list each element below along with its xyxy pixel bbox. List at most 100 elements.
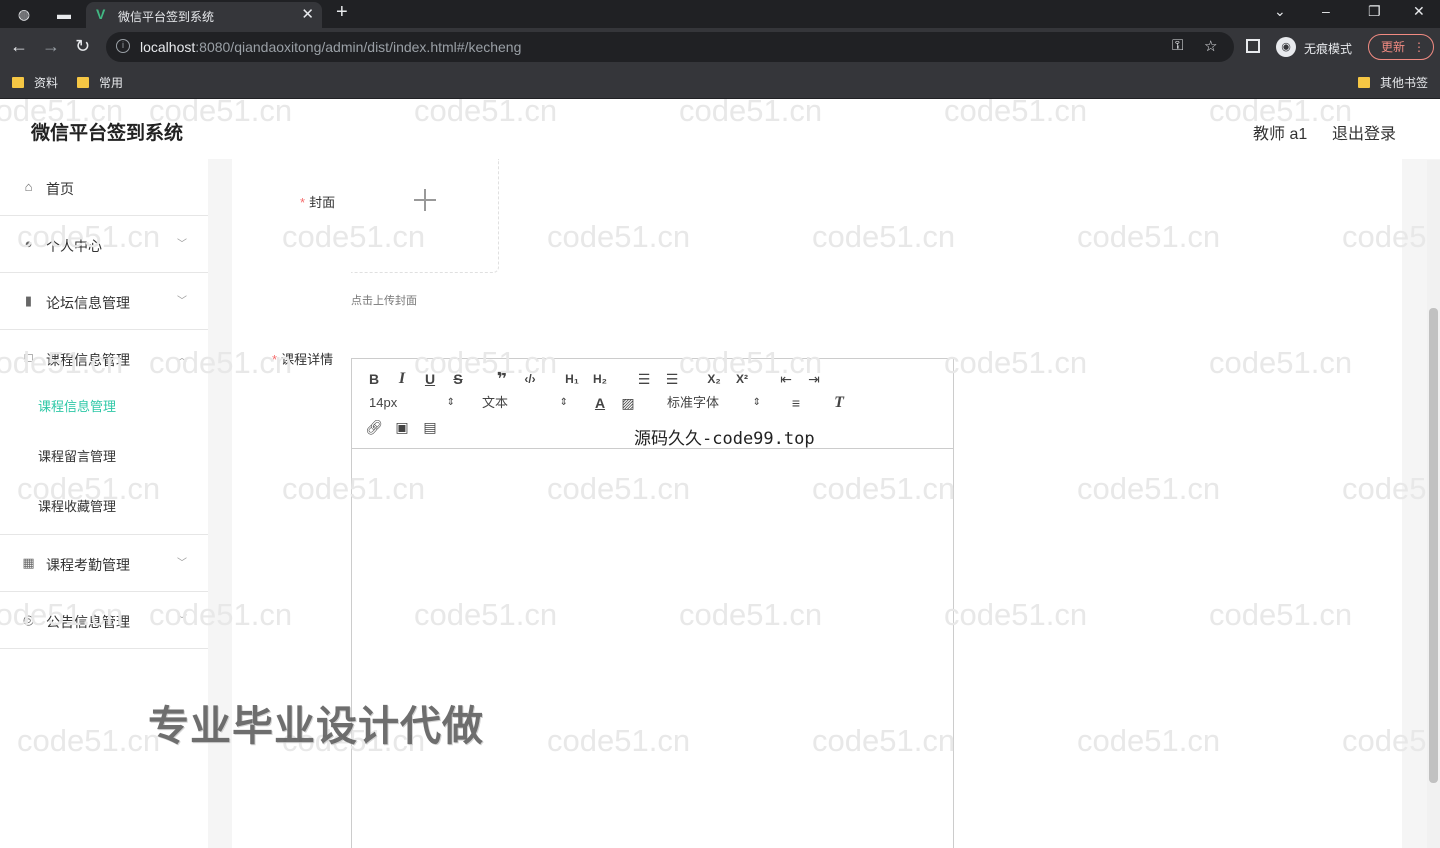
bookmark-star-icon[interactable]: ☆	[1204, 37, 1217, 55]
editor-content-area[interactable]	[352, 449, 953, 848]
home-icon: ⌂	[24, 179, 33, 194]
side-panel-icon[interactable]	[1246, 39, 1260, 53]
page-scrollbar[interactable]	[1427, 160, 1440, 848]
other-bookmarks[interactable]: 其他书签	[1358, 74, 1428, 91]
current-user: 教师 a1	[1253, 126, 1308, 143]
folder-icon	[1358, 77, 1370, 88]
size-picker[interactable]: 14px ⇕	[369, 393, 455, 413]
sidebar-item-attendance[interactable]: ▦ 课程考勤管理 ﹀	[0, 535, 208, 592]
vue-favicon-icon: V	[96, 6, 106, 22]
cover-label: * 封面	[300, 195, 336, 210]
folder-icon	[12, 77, 24, 88]
caret-icon: ⇕	[752, 397, 761, 408]
cover-uploader[interactable]	[351, 159, 499, 273]
chevron-down-icon: ﹀	[177, 615, 187, 626]
box-icon: □	[24, 350, 33, 365]
scrollbar-thumb[interactable]	[1429, 308, 1438, 783]
clear-format-button[interactable]: T	[829, 393, 849, 413]
sidebar-item-home[interactable]: ⌂ 首页	[0, 159, 208, 216]
superscript-button[interactable]: X²	[732, 369, 752, 389]
underline-button[interactable]: U	[420, 369, 440, 389]
link-button[interactable]: 🔗︎	[364, 417, 384, 437]
bold-button[interactable]: B	[364, 369, 384, 389]
detail-label: * 课程详情	[272, 352, 334, 367]
strike-button[interactable]: S	[448, 369, 468, 389]
compass-icon: ◎	[22, 612, 35, 627]
font-picker[interactable]: 标准字体 ⇕	[667, 393, 761, 413]
sidebar-item-profile[interactable]: ● 个人中心 ﹀	[0, 216, 208, 273]
tab-title: 微信平台签到系统	[118, 10, 215, 24]
sidebar-item-forum[interactable]: ▮ 论坛信息管理 ﹀	[0, 273, 208, 330]
site-info-icon[interactable]: i	[116, 39, 130, 53]
sidebar-subitem-course-info[interactable]: 课程信息管理	[0, 380, 208, 430]
book-icon: ▮	[24, 293, 33, 308]
video-button[interactable]: ▤	[420, 417, 440, 437]
minimize-icon[interactable]: –	[1322, 3, 1330, 19]
font-color-button[interactable]: A	[590, 393, 610, 413]
background-color-button[interactable]: ▨	[618, 393, 638, 413]
sidebar-subitem-label: 课程信息管理	[38, 399, 117, 414]
browser-toolbar: ← → ↻ i localhost:8080/qiandaoxitong/adm…	[0, 28, 1440, 66]
more-menu-icon[interactable]: ⋮	[1413, 35, 1425, 59]
chevron-down-icon: ﹀	[177, 296, 187, 307]
indent-button[interactable]: ⇥	[804, 369, 824, 389]
incognito-icon: ◉	[1276, 37, 1296, 57]
source-watermark: 源码久久-code99.top	[634, 429, 815, 449]
header-2-button[interactable]: H₂	[590, 369, 610, 389]
back-icon[interactable]: ←	[10, 36, 28, 57]
update-button[interactable]: 更新 ⋮	[1368, 34, 1434, 60]
sidebar-item-course[interactable]: □ 课程信息管理 ︿ 课程信息管理 课程留言管理 课程收藏管理	[0, 330, 208, 535]
caret-icon: ⇕	[446, 397, 455, 408]
italic-button[interactable]: I	[392, 369, 412, 389]
ordered-list-button[interactable]: ☰	[634, 369, 654, 389]
bookmark-folder-1[interactable]: 资料	[12, 74, 58, 91]
tab-search-icon[interactable]: ⌄	[1274, 3, 1286, 20]
sidebar-subitem-label: 课程收藏管理	[38, 499, 117, 514]
header-1-button[interactable]: H₁	[562, 369, 582, 389]
user-icon: ●	[24, 236, 33, 251]
blockquote-button[interactable]: ❞	[492, 369, 512, 389]
logout-link[interactable]: 退出登录	[1332, 120, 1396, 144]
bullet-list-button[interactable]: ☰	[662, 369, 682, 389]
image-button[interactable]: ▣	[392, 417, 412, 437]
upload-tip: 点击上传封面	[351, 295, 417, 307]
sidebar-subitem-label: 课程留言管理	[38, 449, 117, 464]
header-picker[interactable]: 文本 ⇕	[482, 393, 568, 413]
key-icon[interactable]: ⚿	[1172, 37, 1183, 54]
tab-list-icon[interactable]: ▬	[54, 4, 74, 24]
browser-tab[interactable]: V 微信平台签到系统 ✕	[86, 2, 322, 28]
address-bar[interactable]: i localhost:8080/qiandaoxitong/admin/dis…	[106, 32, 1234, 62]
bookmark-folder-2[interactable]: 常用	[77, 74, 123, 91]
sidebar-item-label: 首页	[46, 181, 74, 197]
chevron-down-icon: ﹀	[177, 558, 187, 569]
reload-icon[interactable]: ↻	[75, 36, 90, 57]
chevron-down-icon: ﹀	[177, 239, 187, 250]
grid-icon: ▦	[22, 555, 35, 570]
sidebar-item-label: 公告信息管理	[46, 614, 130, 630]
page-title: 微信平台签到系统	[31, 123, 184, 144]
chevron-up-icon: ︿	[177, 353, 187, 364]
caret-icon: ⇕	[559, 397, 568, 408]
sidebar-item-label: 课程信息管理	[46, 352, 130, 368]
sidebar-item-notice[interactable]: ◎ 公告信息管理 ﹀	[0, 592, 208, 649]
sidebar-item-label: 个人中心	[46, 238, 102, 254]
close-tab-icon[interactable]: ✕	[301, 5, 314, 23]
close-window-icon[interactable]: ✕	[1413, 3, 1425, 20]
new-tab-icon[interactable]: +	[336, 1, 348, 24]
sidebar-subitem-course-message[interactable]: 课程留言管理	[0, 430, 208, 480]
align-button[interactable]: ≡	[786, 393, 806, 413]
sidebar-item-label: 课程考勤管理	[46, 557, 130, 573]
code-block-button[interactable]: ‹/›	[520, 369, 540, 389]
folder-icon	[77, 77, 89, 88]
outdent-button[interactable]: ⇤	[776, 369, 796, 389]
incognito-label: 无痕模式	[1304, 42, 1353, 56]
url-text[interactable]: localhost:8080/qiandaoxitong/admin/dist/…	[140, 39, 521, 55]
browser-tab-bar: ◍ ▬ V 微信平台签到系统 ✕ + ⌄ – ❐ ✕	[0, 0, 1440, 28]
globe-icon[interactable]: ◍	[14, 4, 34, 24]
forward-icon[interactable]: →	[42, 36, 60, 57]
subscript-button[interactable]: X₂	[704, 369, 724, 389]
sidebar-subitem-course-favorite[interactable]: 课程收藏管理	[0, 480, 208, 530]
app-header: 微信平台签到系统 教师 a1 退出登录	[0, 99, 1440, 159]
restore-icon[interactable]: ❐	[1368, 3, 1381, 20]
sidebar-item-label: 论坛信息管理	[46, 295, 130, 311]
